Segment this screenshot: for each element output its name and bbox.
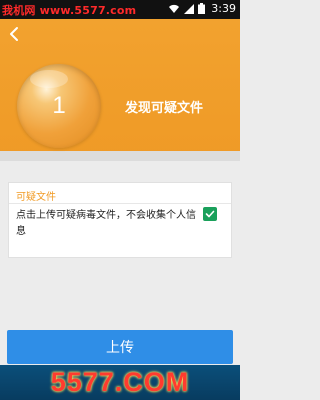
suspicious-file-count: 1 xyxy=(52,92,66,119)
back-arrow-icon[interactable] xyxy=(6,25,24,43)
wifi-icon xyxy=(169,4,180,13)
watermark-text: 我机网 www.5577.com xyxy=(2,4,137,17)
consent-checkbox[interactable] xyxy=(203,207,217,221)
hero-title: 发现可疑文件 xyxy=(125,101,204,116)
upload-button[interactable]: 上传 xyxy=(7,330,233,364)
card-divider xyxy=(9,203,231,204)
signal-icon xyxy=(184,3,195,14)
card-description: 点击上传可疑病毒文件，不会收集个人信息 xyxy=(16,210,196,237)
card-title: 可疑文件 xyxy=(16,192,56,203)
battery-icon xyxy=(198,3,206,14)
status-icons: 3:39 xyxy=(168,2,236,15)
footer-banner: 5577.COM xyxy=(0,365,240,400)
status-bar: 我机网 www.5577.com 3:39 xyxy=(0,0,240,19)
checkmark-icon xyxy=(205,210,215,218)
clock: 3:39 xyxy=(211,2,236,15)
hero-shadow-band xyxy=(0,151,240,161)
footer-logo-text: 5577.COM xyxy=(50,367,190,397)
suspicious-file-card: 可疑文件 点击上传可疑病毒文件，不会收集个人信息 xyxy=(8,182,232,258)
